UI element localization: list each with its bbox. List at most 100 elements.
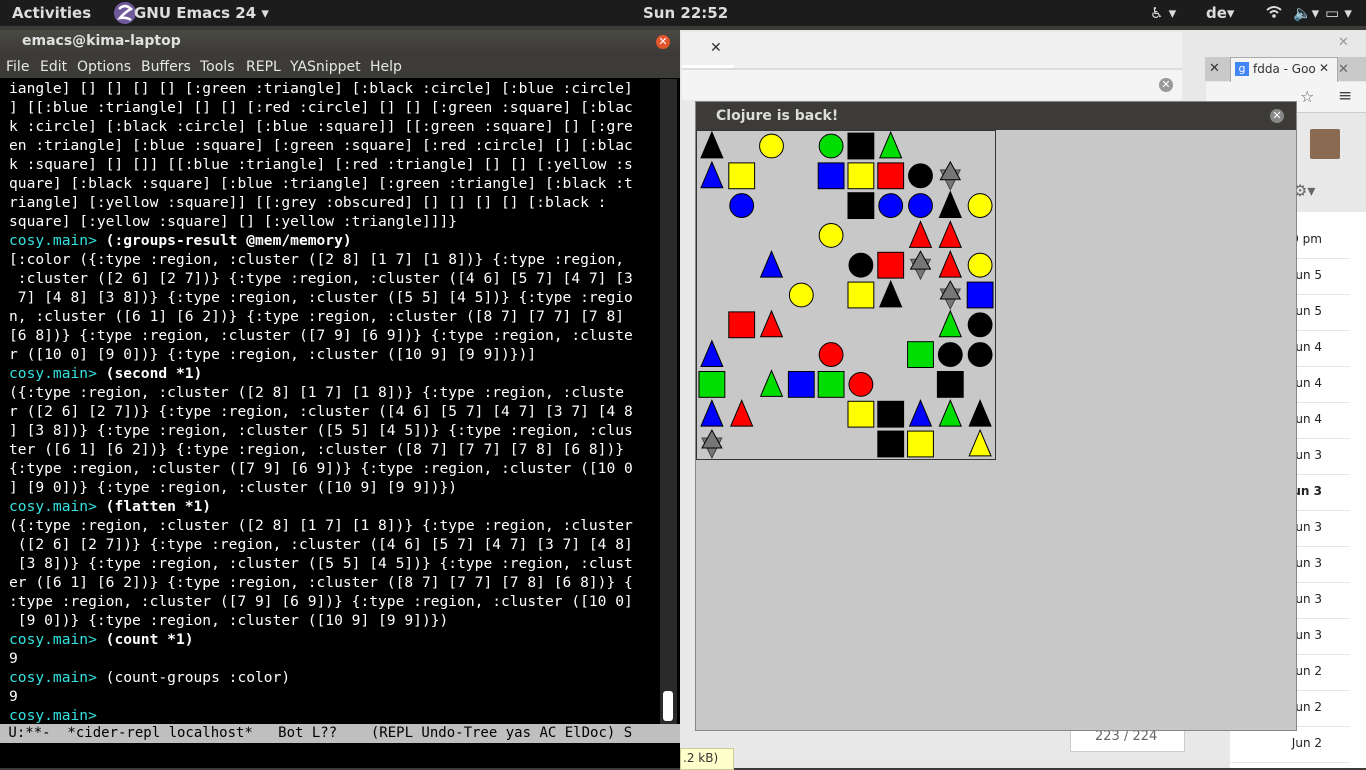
activities-button[interactable]: Activities bbox=[12, 4, 91, 22]
close-icon[interactable]: ✕ bbox=[1159, 78, 1173, 92]
menu-yasnippet[interactable]: YASnippet bbox=[290, 59, 361, 75]
avatar[interactable] bbox=[1310, 129, 1340, 159]
window-title: Clojure is back! bbox=[716, 108, 839, 124]
repl-line: riangle] [:yellow :square]] [[:grey :obs… bbox=[0, 193, 660, 212]
close-icon[interactable]: ✕ bbox=[1338, 35, 1349, 50]
repl-text: quare] [:black :square] [:blue :triangle… bbox=[9, 175, 633, 192]
repl-line: :cluster ([2 6] [2 7])} {:type :region, … bbox=[0, 269, 660, 288]
window-title: emacs@kima-laptop bbox=[22, 33, 181, 49]
repl-line: en :triangle] [:blue :square] [:green :s… bbox=[0, 136, 660, 155]
google-icon: g bbox=[1235, 62, 1249, 76]
accessibility-icon[interactable]: ♿ ▾ bbox=[1150, 4, 1176, 22]
grid-shape-red-triangle bbox=[759, 309, 784, 338]
clock[interactable]: Sun 22:52 bbox=[643, 4, 728, 22]
grid-shape-black-square bbox=[847, 132, 875, 160]
menu-options[interactable]: Options bbox=[77, 59, 131, 75]
menu-icon[interactable]: ≡ bbox=[1338, 86, 1352, 106]
grid-shape-red-triangle bbox=[938, 250, 962, 278]
repl-prompt: cosy.main> bbox=[9, 365, 106, 382]
grid-shape-green-triangle bbox=[938, 309, 962, 338]
menu-repl[interactable]: REPL bbox=[246, 59, 281, 75]
shape-grid[interactable] bbox=[696, 130, 996, 460]
grid-shape-yellow-square bbox=[847, 281, 875, 309]
grid-shape-yellow-circle bbox=[759, 133, 784, 159]
user-menu[interactable]: de▾ bbox=[1206, 4, 1234, 22]
repl-text: (count *1) bbox=[105, 631, 194, 648]
close-icon[interactable]: ✕ bbox=[1338, 62, 1349, 77]
emacs-window: emacs@kima-laptop ✕ File Edit Options Buffe… bbox=[0, 30, 680, 768]
repl-line: ] [[:blue :triangle] [] [] [:red :circle… bbox=[0, 98, 660, 117]
repl-text: [6 8])} {:type :region, :cluster ([7 9] … bbox=[9, 327, 633, 344]
repl-line: er ([6 1] [6 2])} {:type :region, :clust… bbox=[0, 573, 660, 592]
close-icon[interactable]: ✕ bbox=[1209, 61, 1220, 76]
repl-text: [3 8])} {:type :region, :cluster ([5 5] … bbox=[9, 555, 633, 572]
grid-shape-blue-square bbox=[966, 281, 994, 309]
scrollbar[interactable] bbox=[660, 79, 677, 724]
repl-text: iangle] [] [] [] [] [:green :triangle] [… bbox=[9, 80, 633, 97]
repl-text: (flatten *1) bbox=[105, 498, 212, 515]
menu-tools[interactable]: Tools bbox=[200, 59, 235, 75]
repl-line: ] [9 0])} {:type :region, :cluster ([10 … bbox=[0, 478, 660, 497]
repl-line: ({:type :region, :cluster ([2 8] [1 7] [… bbox=[0, 383, 660, 402]
top-panel: Activities GNU Emacs 24 ▾ Sun 22:52 ♿ ▾ … bbox=[0, 0, 1366, 26]
tab-title: fdda - Goo bbox=[1253, 62, 1316, 76]
menu-file[interactable]: File bbox=[6, 59, 29, 75]
grid-shape-red-triangle bbox=[938, 220, 962, 248]
repl-line: quare] [:black :square] [:blue :triangle… bbox=[0, 174, 660, 193]
grid-shape-blue-triangle bbox=[759, 250, 784, 278]
grid-shape-black-square bbox=[936, 370, 964, 398]
scrollbar-thumb[interactable] bbox=[663, 691, 673, 721]
wifi-icon[interactable] bbox=[1266, 5, 1282, 23]
chrome-tab[interactable]: g fdda - Goo ✕ bbox=[1230, 57, 1338, 82]
repl-line: cosy.main> bbox=[0, 706, 660, 724]
grid-shape-green-triangle bbox=[879, 131, 903, 159]
grid-shape-red-triangle bbox=[730, 399, 754, 427]
clojure-titlebar[interactable]: Clojure is back! ✕ bbox=[696, 102, 1296, 130]
background-dialog-header: ✕ bbox=[682, 32, 1182, 70]
app-menu[interactable]: GNU Emacs 24 ▾ bbox=[134, 4, 269, 22]
repl-line: square] [:yellow :square] [] [:yellow :t… bbox=[0, 212, 660, 231]
repl-text: 9 bbox=[9, 688, 18, 705]
repl-buffer[interactable]: iangle] [] [] [] [] [:green :triangle] [… bbox=[0, 79, 660, 724]
volume-icon[interactable]: 🔈▾ bbox=[1293, 4, 1319, 22]
repl-line: 9 bbox=[0, 687, 660, 706]
grid-shape-blue-circle bbox=[908, 193, 933, 219]
grid-shape-black-square bbox=[877, 400, 905, 428]
star-icon[interactable]: ☆ bbox=[1300, 87, 1314, 106]
repl-text: 9 bbox=[9, 650, 18, 667]
grid-shape-red-circle bbox=[818, 342, 844, 368]
repl-line: [9 0])} {:type :region, :cluster ([10 9]… bbox=[0, 611, 660, 630]
repl-text: :type :region, :cluster ([7 9] [6 9])} {… bbox=[9, 593, 633, 610]
repl-text: r ([2 6] [2 7])} {:type :region, :cluste… bbox=[9, 403, 633, 420]
grid-shape-black-triangle bbox=[700, 131, 724, 159]
close-icon[interactable]: ✕ bbox=[710, 40, 722, 56]
grid-shape-black-triangle bbox=[879, 279, 903, 308]
grid-shape-black-circle bbox=[967, 342, 993, 368]
close-icon[interactable]: ✕ bbox=[1270, 109, 1284, 123]
repl-line: {:type :region, :cluster ([7 9] [6 9])} … bbox=[0, 459, 660, 478]
repl-line: ([2 6] [2 7])} {:type :region, :cluster … bbox=[0, 535, 660, 554]
close-icon[interactable]: ✕ bbox=[656, 35, 670, 49]
menu-buffers[interactable]: Buffers bbox=[141, 59, 191, 75]
repl-line: 7] [4 8] [3 8])} {:type :region, :cluste… bbox=[0, 288, 660, 307]
page-counter: 223 / 224 bbox=[1095, 729, 1158, 744]
grid-shape-black-circle bbox=[937, 342, 963, 368]
emacs-titlebar[interactable]: emacs@kima-laptop ✕ bbox=[0, 30, 680, 56]
menu-edit[interactable]: Edit bbox=[40, 59, 67, 75]
repl-line: r ([10 0] [9 0])} {:type :region, :clust… bbox=[0, 345, 660, 364]
grid-shape-green-square bbox=[817, 370, 845, 398]
repl-line: cosy.main> (second *1) bbox=[0, 364, 660, 383]
grid-shape-blue-square bbox=[817, 162, 845, 190]
repl-line: k :circle] [:black :circle] [:blue :squa… bbox=[0, 117, 660, 136]
mail-row[interactable]: Jun 2 bbox=[1230, 726, 1350, 763]
grid-shape-blue-circle bbox=[878, 193, 904, 219]
grid-shape-yellow-square bbox=[907, 430, 934, 458]
repl-text: k :square] [] []] [[:blue :triangle] [:r… bbox=[9, 156, 633, 173]
repl-text: square] [:yellow :square] [] [:yellow :t… bbox=[9, 213, 458, 230]
close-icon[interactable]: ✕ bbox=[1319, 61, 1329, 75]
grid-shape-black-circle bbox=[908, 163, 933, 189]
menu-help[interactable]: Help bbox=[370, 59, 402, 75]
grid-shape-green-square bbox=[698, 370, 726, 398]
battery-icon[interactable]: ▭ ▾ bbox=[1325, 4, 1352, 22]
grid-shape-yellow-circle bbox=[967, 193, 993, 219]
